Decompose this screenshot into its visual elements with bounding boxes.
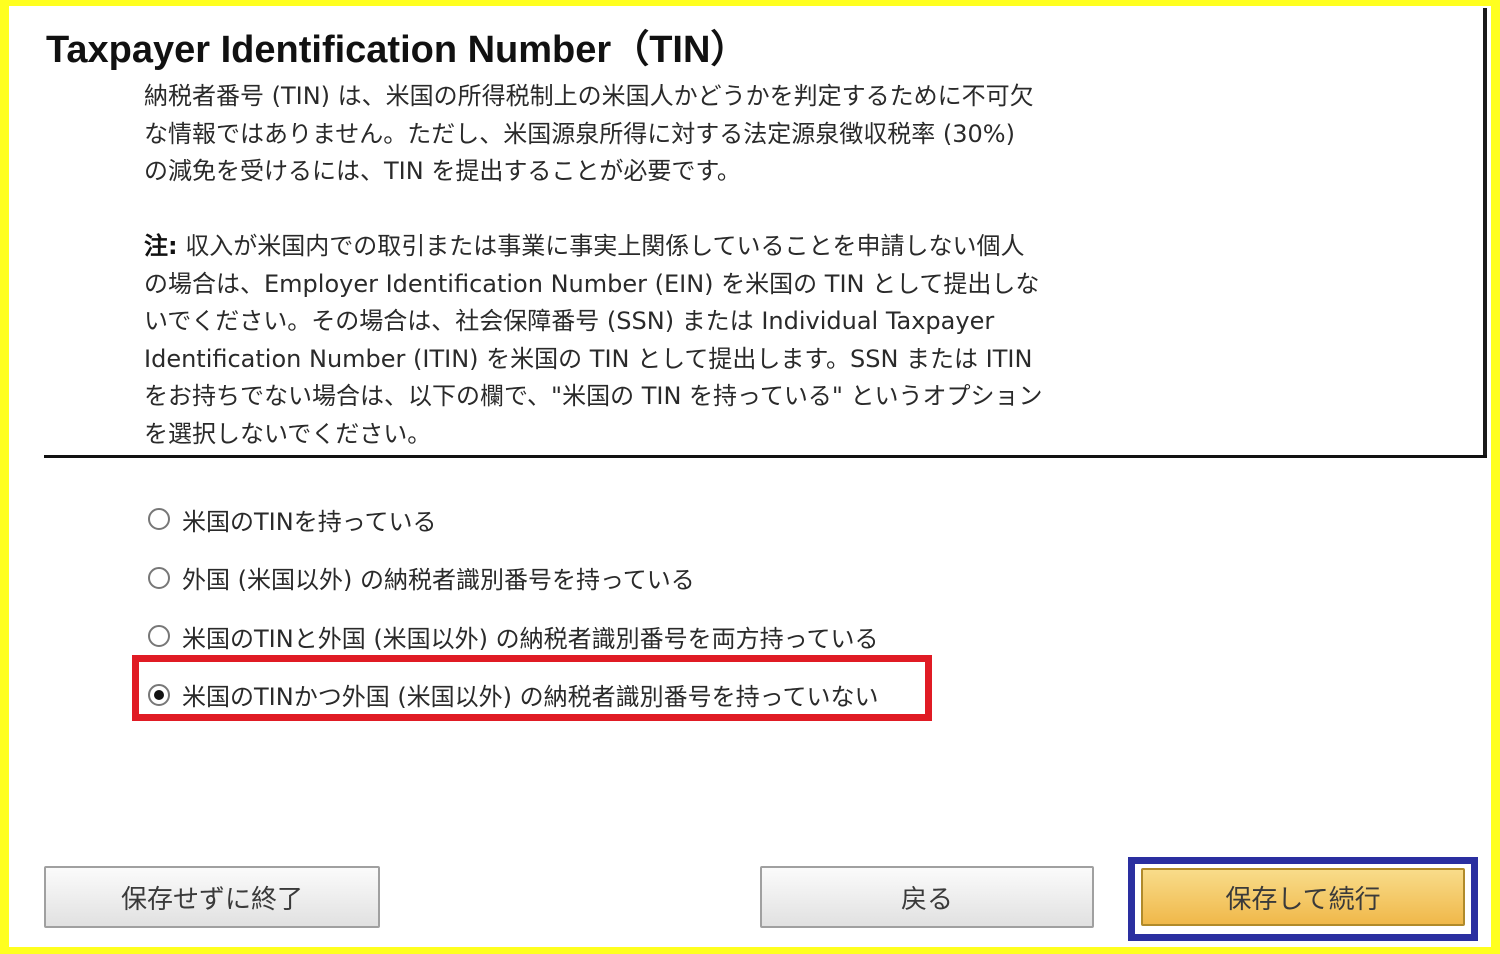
option-has-both-tins[interactable]: 米国のTINと外国 (米国以外) の納税者識別番号を両方持っている [148, 607, 878, 666]
note-text: 収入が米国内での取引または事業に事実上関係していることを申請しない個人の場合は、… [144, 232, 1043, 448]
save-and-continue-button[interactable]: 保存して続行 [1141, 868, 1465, 926]
panel-edge [1483, 8, 1487, 456]
tin-option-group: 米国のTINを持っている 外国 (米国以外) の納税者識別番号を持っている 米国… [148, 490, 878, 724]
section-divider [44, 455, 1487, 458]
radio-button[interactable] [148, 508, 170, 531]
back-button[interactable]: 戻る [760, 866, 1094, 928]
option-label: 米国のTINかつ外国 (米国以外) の納税者識別番号を持っていない [182, 683, 879, 712]
radio-button-selected[interactable] [148, 683, 170, 706]
option-has-us-tin[interactable]: 米国のTINを持っている [148, 490, 878, 549]
option-label: 米国のTINを持っている [182, 507, 437, 536]
note-paragraph: 注: 収入が米国内での取引または事業に事実上関係していることを申請しない個人の場… [144, 228, 1044, 453]
option-has-foreign-tin[interactable]: 外国 (米国以外) の納税者識別番号を持っている [148, 549, 878, 608]
radio-button[interactable] [148, 625, 170, 648]
exit-without-saving-button[interactable]: 保存せずに終了 [44, 866, 380, 928]
intro-paragraph: 納税者番号 (TIN) は、米国の所得税制上の米国人かどうかを判定するために不可… [144, 82, 1034, 185]
option-label: 外国 (米国以外) の納税者識別番号を持っている [182, 566, 695, 595]
note-label: 注: [144, 232, 178, 260]
option-label: 米国のTINと外国 (米国以外) の納税者識別番号を両方持っている [182, 624, 879, 653]
radio-button[interactable] [148, 566, 170, 589]
page-title: Taxpayer Identification Number（TIN） [46, 29, 749, 71]
option-has-neither-tin[interactable]: 米国のTINかつ外国 (米国以外) の納税者識別番号を持っていない [148, 666, 878, 725]
